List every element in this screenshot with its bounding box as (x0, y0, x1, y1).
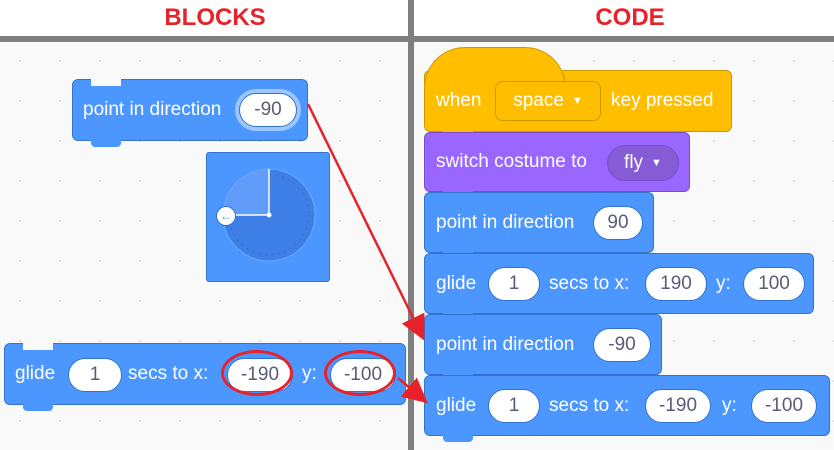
secs-input[interactable]: 1 (68, 358, 122, 392)
direction-input[interactable]: -90 (239, 93, 297, 127)
direction-input-1[interactable]: 90 (593, 206, 643, 240)
glide-to-xy-block-2[interactable]: glide 1 secs to x: -190 y: -100 (424, 375, 830, 442)
when-label: when (436, 90, 482, 111)
key-value: space (513, 90, 564, 111)
block-notch (23, 343, 53, 350)
y-label: y: (716, 272, 731, 294)
point-label: point in direction (436, 211, 575, 233)
dropdown-caret-icon: ▼ (651, 157, 662, 169)
when-key-pressed-hat-block[interactable]: when space ▼ key pressed (424, 47, 732, 138)
block-tab (23, 403, 53, 411)
y-input-1[interactable]: 100 (743, 267, 805, 301)
block-notch (91, 79, 121, 86)
costume-dropdown[interactable]: fly ▼ (607, 145, 679, 181)
panel-divider (408, 0, 414, 450)
blocks-heading: BLOCKS (164, 4, 266, 31)
key-pressed-label: key pressed (611, 90, 714, 111)
block-tab (91, 139, 121, 147)
glide-label: glide (15, 363, 56, 384)
block-tab (443, 434, 473, 442)
point-in-direction-block[interactable]: point in direction -90 (72, 79, 308, 147)
secs-input-1[interactable]: 1 (488, 267, 540, 301)
glide-to-xy-block-1[interactable]: glide 1 secs to x: 190 y: 100 (424, 253, 814, 320)
switch-costume-block[interactable]: switch costume to fly ▼ (424, 132, 690, 198)
glide-label: glide (436, 272, 477, 294)
y-label: y: (302, 363, 317, 384)
dropdown-caret-icon: ▼ (571, 95, 583, 107)
point-in-direction-block-1[interactable]: point in direction 90 (424, 192, 654, 259)
x-highlight-circle (221, 350, 293, 396)
y-input-2[interactable]: -100 (751, 389, 817, 423)
code-heading: CODE (595, 4, 665, 31)
block-label: point in direction (83, 99, 222, 120)
secs-to-x-label: secs to x: (549, 394, 630, 416)
direction-dial-popup[interactable]: ← (206, 152, 330, 282)
x-input-1[interactable]: 190 (645, 267, 707, 301)
secs-to-x-label: secs to x: (549, 272, 630, 294)
header-divider (0, 36, 834, 42)
y-highlight-circle (324, 350, 396, 396)
glide-label: glide (436, 394, 477, 416)
direction-input-2[interactable]: -90 (593, 328, 651, 362)
dial-handle-icon[interactable]: ← (216, 206, 236, 226)
costume-value: fly (624, 152, 644, 173)
switch-costume-label: switch costume to (436, 151, 587, 172)
y-label: y: (722, 394, 737, 416)
secs-to-x-label: secs to x: (128, 363, 209, 384)
point-in-direction-block-2[interactable]: point in direction -90 (424, 314, 662, 381)
secs-input-2[interactable]: 1 (488, 389, 540, 423)
key-dropdown[interactable]: space ▼ (495, 81, 601, 121)
point-label: point in direction (436, 333, 575, 355)
x-input-2[interactable]: -190 (645, 389, 711, 423)
